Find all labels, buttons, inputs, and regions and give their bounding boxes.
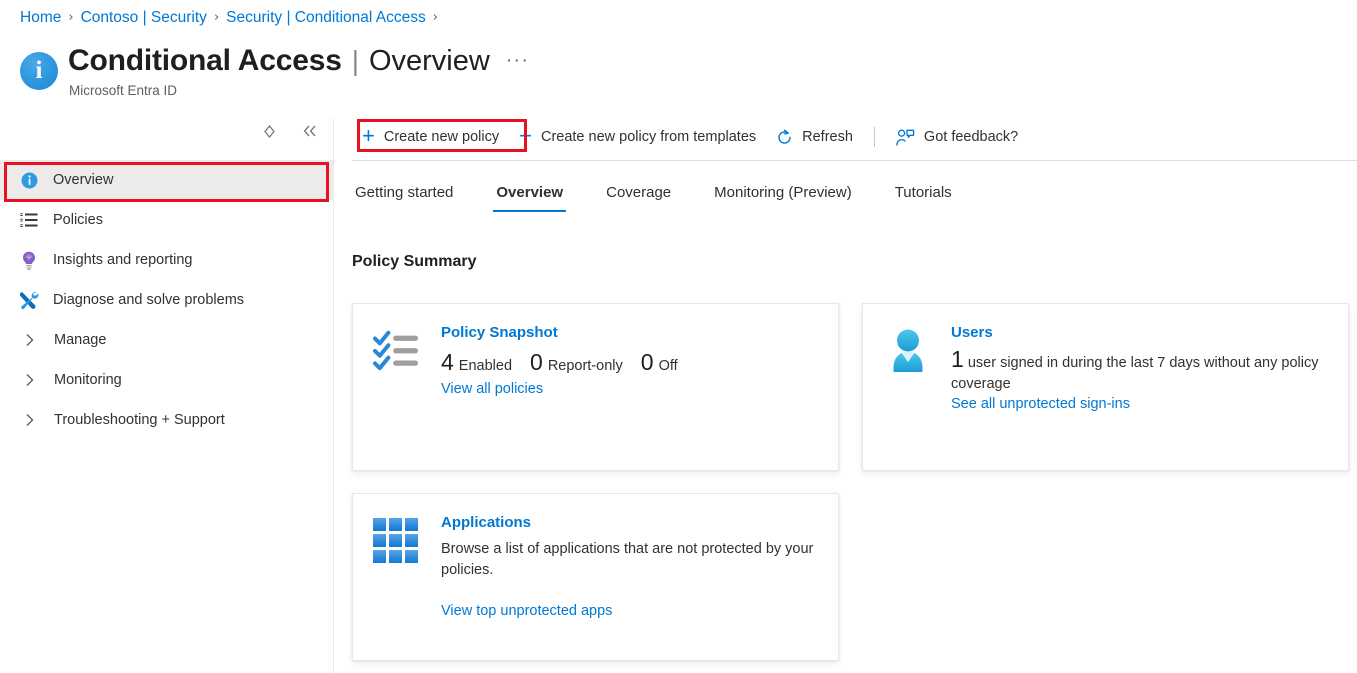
sidebar-item-policies[interactable]: Policies: [0, 200, 333, 240]
page-title: Conditional Access | Overview ···: [68, 44, 529, 78]
tab-coverage[interactable]: Coverage: [603, 178, 674, 212]
create-new-policy-from-templates-button[interactable]: + Create new policy from templates: [509, 121, 766, 153]
breadcrumb-separator: ›: [68, 10, 74, 25]
sidebar-item-overview[interactable]: Overview: [0, 160, 333, 200]
feedback-person-icon: [896, 129, 915, 146]
card-policy-snapshot[interactable]: Policy Snapshot 4 Enabled 0 Report-only …: [352, 303, 839, 471]
azure-portal-page: Home › Contoso | Security › Security | C…: [0, 0, 1357, 673]
grid-cell: [389, 550, 402, 563]
create-from-templates-label: Create new policy from templates: [540, 129, 757, 145]
grid-cell: [405, 550, 418, 563]
card-title-users[interactable]: Users: [951, 324, 1330, 341]
wrench-screwdriver-icon: [18, 290, 40, 310]
info-circle-icon: i: [20, 52, 58, 90]
grid-cell: [373, 534, 386, 547]
page-title-divider: |: [351, 45, 359, 76]
create-new-policy-button[interactable]: + Create new policy: [352, 121, 509, 153]
breadcrumb-item-contoso-security[interactable]: Contoso | Security: [81, 8, 207, 28]
sidebar-item-label: Monitoring: [54, 372, 122, 388]
grid-cell: [389, 534, 402, 547]
grid-cell: [405, 518, 418, 531]
page-subtitle-service: Microsoft Entra ID: [69, 83, 178, 98]
chevron-right-icon: [18, 370, 40, 390]
card-title-policy-snapshot[interactable]: Policy Snapshot: [441, 324, 820, 341]
stat-enabled-label: Enabled: [458, 358, 513, 374]
stat-report-only: 0 Report-only: [530, 349, 623, 377]
sidebar-item-label: Policies: [53, 212, 103, 228]
sidebar-item-insights-and-reporting[interactable]: Insights and reporting: [0, 240, 333, 280]
users-count-value: 1: [951, 346, 964, 372]
chevron-right-icon: [18, 410, 40, 430]
tab-tutorials[interactable]: Tutorials: [892, 178, 955, 212]
breadcrumb-item-security-conditional-access[interactable]: Security | Conditional Access: [226, 8, 426, 28]
card-applications[interactable]: Applications Browse a list of applicatio…: [352, 493, 839, 661]
list-icon: [18, 210, 40, 230]
sidebar-item-label: Insights and reporting: [53, 252, 193, 268]
link-see-all-unprotected-signins[interactable]: See all unprotected sign-ins: [951, 396, 1130, 412]
tab-overview[interactable]: Overview: [493, 178, 566, 212]
tab-bar: Getting started Overview Coverage Monito…: [352, 178, 955, 212]
breadcrumb: Home › Contoso | Security › Security | C…: [20, 8, 445, 28]
info-circle-icon: [18, 170, 40, 190]
link-view-top-unprotected-apps[interactable]: View top unprotected apps: [441, 603, 612, 619]
sidebar: Overview Policies Insights and reporting…: [0, 118, 334, 673]
collapse-chevron-icon[interactable]: [302, 124, 317, 138]
sidebar-nav-list: Overview Policies Insights and reporting…: [0, 160, 333, 440]
users-description: 1 user signed in during the last 7 days …: [951, 346, 1330, 395]
page-title-section: Overview: [368, 45, 490, 77]
stat-off: 0 Off: [641, 349, 678, 377]
link-view-all-policies[interactable]: View all policies: [441, 381, 543, 397]
checklist-icon: [372, 324, 431, 398]
refresh-icon: [776, 129, 793, 146]
section-title-policy-summary: Policy Summary: [352, 253, 477, 270]
stat-report-only-value: 0: [530, 349, 543, 375]
grid-cell: [405, 534, 418, 547]
user-avatar-icon: [883, 324, 941, 413]
plus-icon: +: [519, 123, 532, 148]
refresh-label: Refresh: [802, 129, 853, 145]
stat-report-only-label: Report-only: [547, 358, 623, 374]
applications-description: Browse a list of applications that are n…: [441, 541, 814, 578]
card-users[interactable]: Users 1 user signed in during the last 7…: [862, 303, 1349, 471]
command-bar-divider: [873, 127, 875, 147]
users-description-text: user signed in during the last 7 days wi…: [951, 355, 1319, 392]
breadcrumb-item-home[interactable]: Home: [20, 8, 61, 28]
got-feedback-label: Got feedback?: [923, 129, 1019, 145]
grid-cell: [373, 518, 386, 531]
command-bar: + Create new policy + Create new policy …: [352, 120, 1028, 154]
search-toggle-icon[interactable]: [263, 124, 276, 138]
page-title-main: Conditional Access: [68, 44, 342, 77]
sidebar-item-monitoring[interactable]: Monitoring: [0, 360, 333, 400]
grid-cell: [389, 518, 402, 531]
sidebar-item-troubleshooting-support[interactable]: Troubleshooting + Support: [0, 400, 333, 440]
card-title-applications[interactable]: Applications: [441, 514, 820, 531]
sidebar-item-label: Manage: [54, 332, 107, 348]
more-options-ellipsis[interactable]: ···: [506, 50, 529, 72]
stat-enabled: 4 Enabled: [441, 349, 512, 377]
sidebar-item-manage[interactable]: Manage: [0, 320, 333, 360]
sidebar-tools: [263, 124, 317, 138]
tab-monitoring-preview[interactable]: Monitoring (Preview): [711, 178, 855, 212]
breadcrumb-separator: ›: [213, 10, 220, 25]
sidebar-item-diagnose-and-solve-problems[interactable]: Diagnose and solve problems: [0, 280, 333, 320]
command-bar-divider-rule: [352, 160, 1357, 161]
refresh-button[interactable]: Refresh: [766, 121, 863, 153]
grid-cell: [373, 550, 386, 563]
app-grid-icon: [373, 514, 431, 620]
sidebar-item-label: Troubleshooting + Support: [54, 412, 225, 428]
stat-enabled-value: 4: [441, 349, 454, 375]
info-icon-glyph: i: [35, 56, 43, 84]
breadcrumb-separator: ›: [432, 10, 438, 25]
tab-getting-started[interactable]: Getting started: [352, 178, 456, 212]
policy-snapshot-stats: 4 Enabled 0 Report-only 0 Off: [441, 349, 820, 377]
plus-icon: +: [362, 123, 375, 148]
create-new-policy-label: Create new policy: [383, 129, 500, 145]
lightbulb-icon: [18, 250, 40, 270]
sidebar-item-label: Diagnose and solve problems: [53, 292, 245, 308]
sidebar-item-label: Overview: [53, 172, 114, 188]
stat-off-label: Off: [658, 358, 678, 374]
chevron-right-icon: [18, 330, 40, 350]
stat-off-value: 0: [640, 349, 654, 375]
got-feedback-button[interactable]: Got feedback?: [886, 121, 1028, 153]
